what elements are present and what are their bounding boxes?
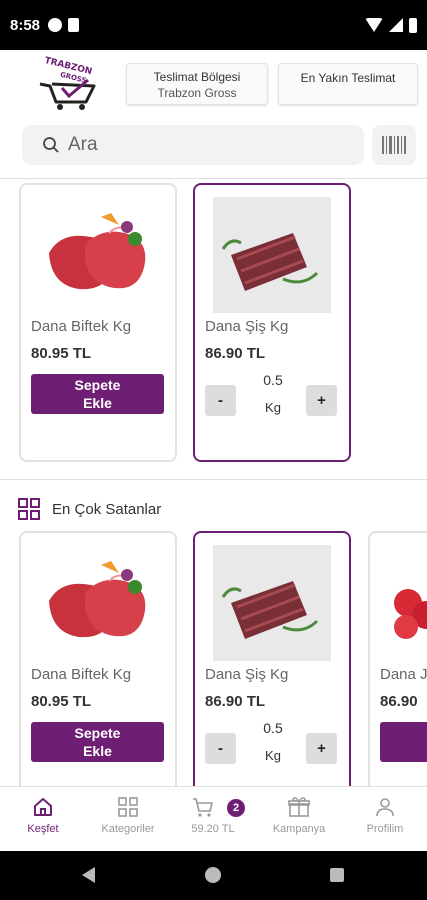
product-card-partial[interactable]: Dana J 86.90 S (368, 531, 427, 810)
sd-card-icon (68, 18, 80, 32)
quantity-unit: Kg (265, 400, 281, 415)
product-card[interactable]: Dana Biftek Kg 80.95 TL Sepete Ekle (19, 531, 177, 810)
logo-cart-icon[interactable]: TRABZON GROSS (36, 56, 106, 110)
search-input[interactable]: Ara (22, 125, 364, 165)
header-divider (0, 178, 427, 179)
product-name: Dana Biftek Kg (31, 318, 132, 335)
nav-label: 59.20 TL (191, 823, 235, 835)
nearest-delivery-button[interactable]: En Yakın Teslimat (278, 63, 418, 105)
nav-discover[interactable]: Keşfet (3, 795, 83, 835)
recent-apps-icon[interactable] (330, 868, 344, 882)
product-price: 86.90 TL (205, 345, 266, 362)
nav-categories[interactable]: Kategoriler (88, 795, 168, 835)
delivery-region-value: Trabzon Gross (157, 86, 237, 100)
product-name: Dana J (380, 666, 427, 683)
back-icon[interactable] (82, 867, 95, 883)
home-circle-icon[interactable] (205, 867, 221, 883)
user-icon (376, 798, 394, 817)
product-price: 86.90 (380, 693, 418, 710)
system-navigation-bar (0, 851, 427, 900)
quantity-unit: Kg (265, 748, 281, 763)
status-bar: 8:58 (0, 0, 427, 50)
product-price: 86.90 TL (205, 693, 266, 710)
product-card[interactable]: Dana Şiş Kg 86.90 TL - 0.5 Kg + (193, 183, 351, 462)
add-to-cart-button[interactable]: Sepete Ekle (31, 374, 164, 414)
home-icon (34, 798, 52, 816)
add-to-cart-label: Sepete Ekle (74, 377, 121, 411)
nav-label: Keşfet (27, 823, 59, 835)
product-card[interactable]: Dana Şiş Kg 86.90 TL - 0.5 Kg + (193, 531, 351, 810)
nav-profile[interactable]: Profilim (345, 795, 425, 835)
nav-label: Kategoriler (101, 823, 155, 835)
beef-steak-image (49, 561, 146, 638)
notification-icon (48, 18, 63, 32)
bottom-navigation: Keşfet Kategoriler 2 59.20 TL Kampanya P… (0, 786, 427, 851)
nav-label: Profilim (366, 823, 404, 835)
beef-skewer-image (213, 197, 331, 313)
add-to-cart-button[interactable]: Sepete Ekle (31, 722, 164, 762)
quantity-increase-button[interactable]: + (306, 733, 337, 764)
cart-count-badge: 2 (227, 799, 245, 817)
best-sellers-header: En Çok Satanlar (18, 498, 161, 520)
status-time: 8:58 (10, 16, 41, 34)
add-to-cart-label: Sepete Ekle (74, 725, 121, 759)
product-name: Dana Biftek Kg (31, 666, 132, 683)
barcode-scan-button[interactable] (372, 125, 416, 165)
cart-icon (193, 798, 213, 817)
section-divider (0, 479, 427, 480)
battery-icon (409, 17, 417, 33)
signal-icon (389, 18, 403, 32)
gift-icon (288, 797, 310, 817)
barcode-icon (382, 136, 406, 154)
grid-icon (18, 498, 40, 520)
wifi-icon (365, 18, 383, 32)
beef-steak-image (49, 213, 146, 290)
product-price: 80.95 TL (31, 345, 92, 362)
app-header: TRABZON GROSS Teslimat Bölgesi Trabzon G… (0, 50, 427, 178)
delivery-region-button[interactable]: Teslimat Bölgesi Trabzon Gross (126, 63, 268, 105)
add-to-cart-label: S (412, 724, 427, 742)
quantity-decrease-button[interactable]: - (205, 385, 236, 416)
quantity-decrease-button[interactable]: - (205, 733, 236, 764)
beef-cubes-image (394, 589, 427, 639)
product-name: Dana Şiş Kg (205, 318, 289, 335)
nav-label: Kampanya (272, 823, 326, 835)
add-to-cart-button[interactable]: S (380, 722, 427, 762)
search-placeholder: Ara (68, 134, 98, 155)
section-title: En Çok Satanlar (52, 500, 162, 518)
grid-icon (118, 797, 138, 817)
product-price: 80.95 TL (31, 693, 92, 710)
product-name: Dana Şiş Kg (205, 666, 289, 683)
search-icon (43, 137, 59, 153)
quantity-value: 0.5 (263, 720, 283, 736)
nav-campaign[interactable]: Kampanya (259, 795, 339, 835)
beef-skewer-image (213, 545, 331, 661)
nav-cart[interactable]: 2 59.20 TL (173, 795, 253, 835)
delivery-region-label: Teslimat Bölgesi (153, 70, 241, 84)
quantity-increase-button[interactable]: + (306, 385, 337, 416)
product-card[interactable]: Dana Biftek Kg 80.95 TL Sepete Ekle (19, 183, 177, 462)
quantity-value: 0.5 (263, 372, 283, 388)
